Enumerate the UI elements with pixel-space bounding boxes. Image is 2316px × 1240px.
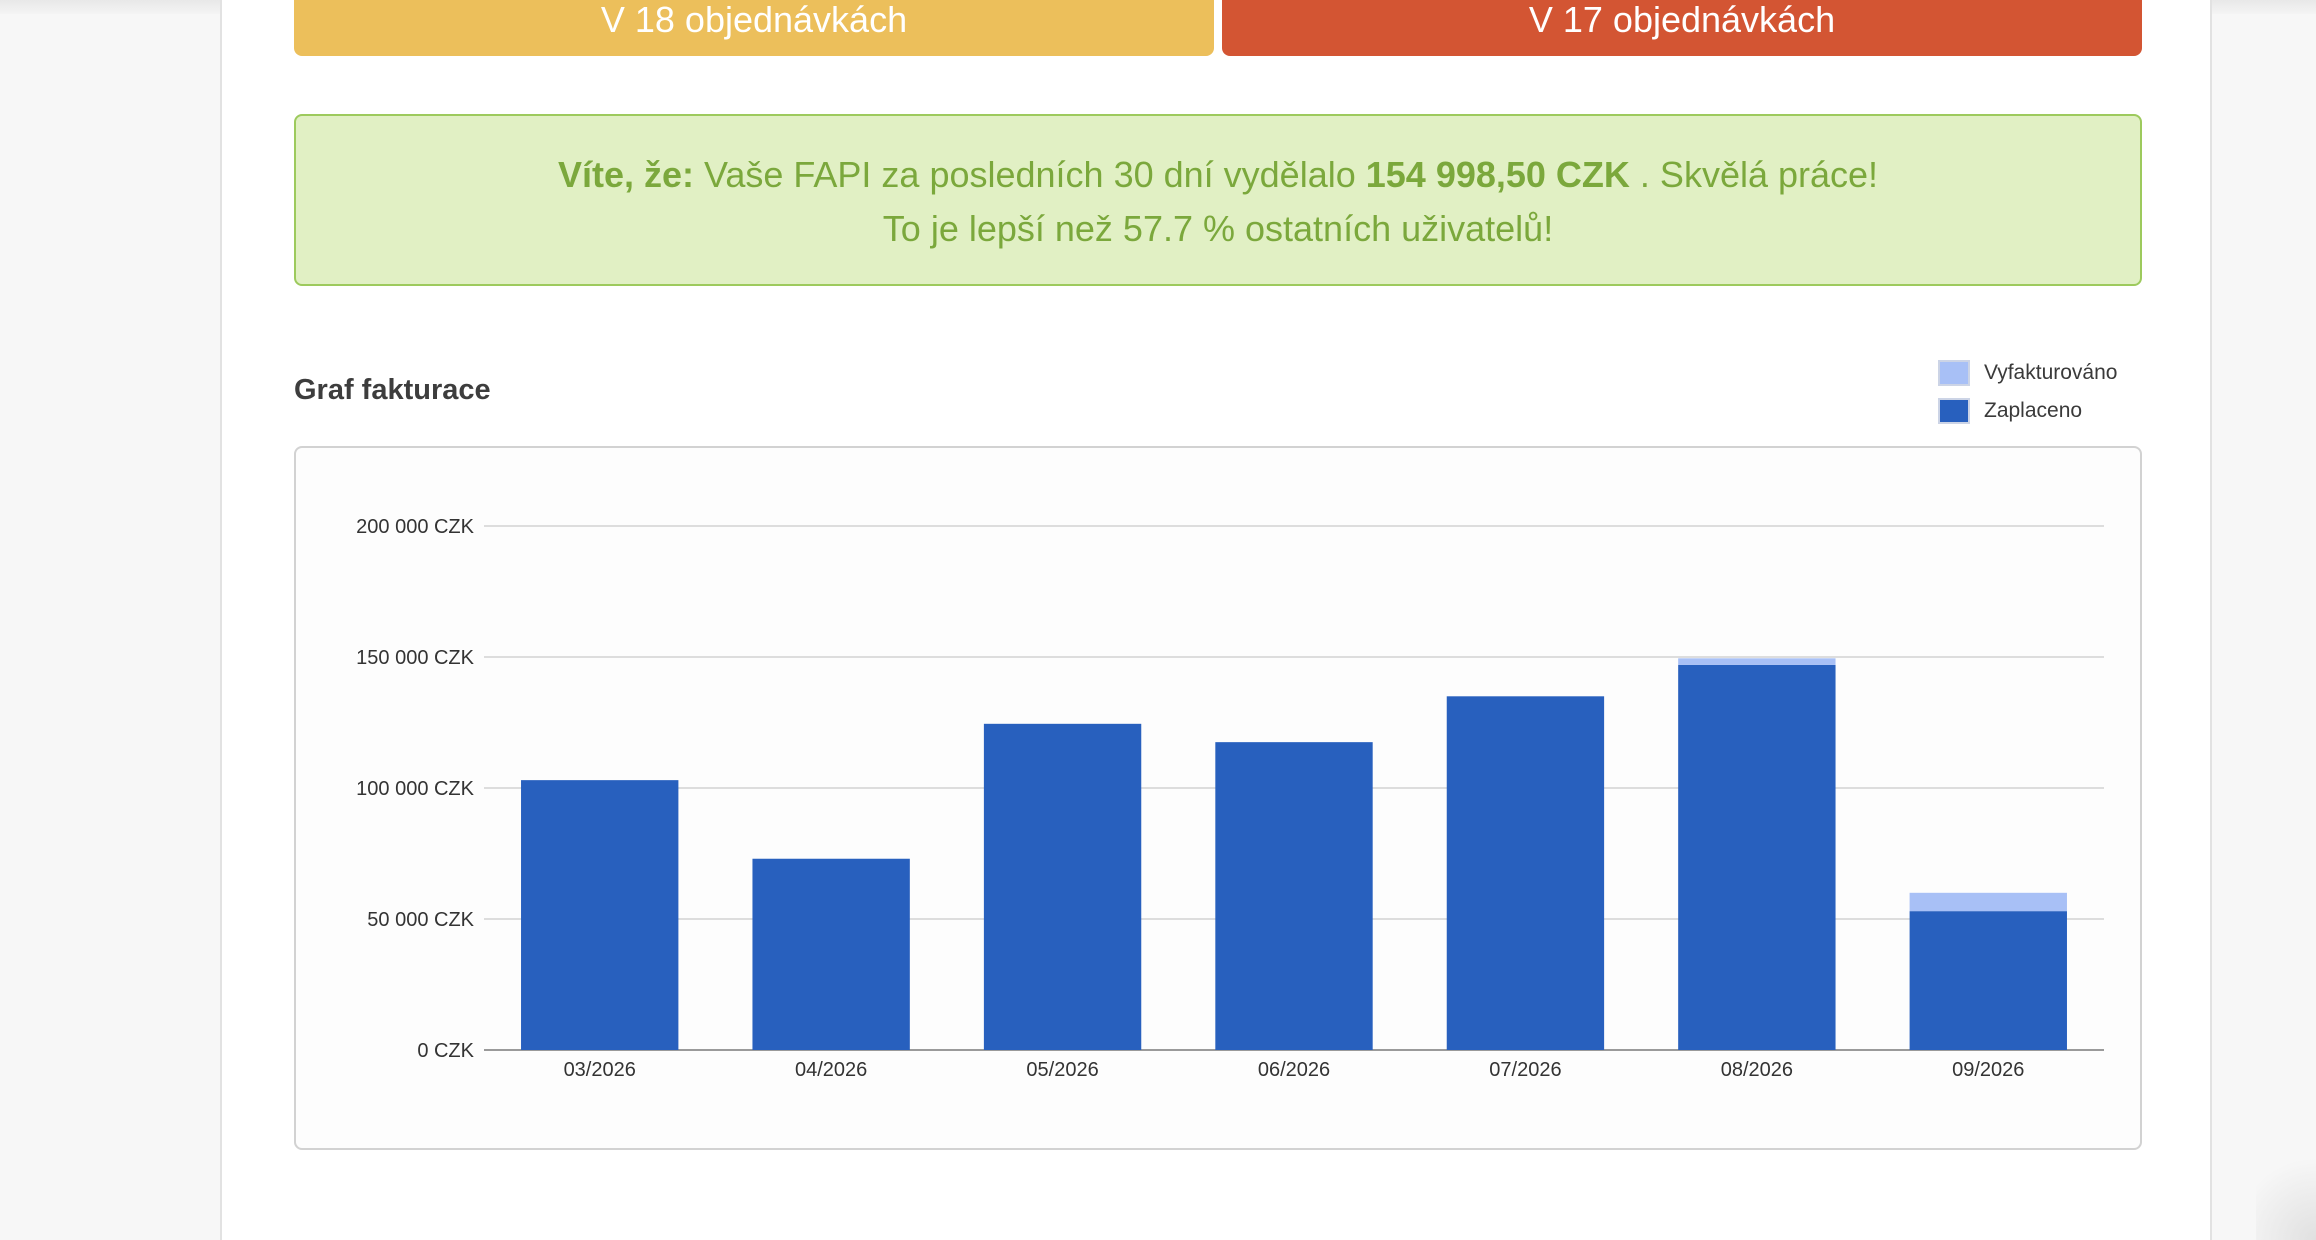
orders-stat-yellow[interactable]: V 18 objednávkách (294, 0, 1214, 56)
legend-label-paid: Zaplaceno (1984, 399, 2083, 422)
y-tick-label: 100 000 CZK (356, 778, 475, 800)
legend-item-invoiced[interactable]: Vyfakturováno (1936, 356, 2118, 394)
orders-stat-red-label: V 17 objednávkách (1528, 0, 1836, 40)
info-amount: 154 998,50 CZK (1365, 154, 1630, 195)
x-tick-label: 04/2026 (795, 1059, 867, 1081)
bar-invoiced (1909, 892, 2067, 912)
bar-invoiced (1678, 658, 1836, 665)
legend-label-invoiced: Vyfakturováno (1984, 361, 2118, 384)
bar-paid (1678, 664, 1836, 1050)
bar-paid (983, 723, 1142, 1050)
billing-bar-chart: 0 CZK 50 000 CZK 100 000 CZK 150 000 CZK 200… (356, 516, 2104, 1081)
y-tick-label: 0 CZK (417, 1040, 474, 1062)
orders-stat-red[interactable]: V 17 objednávkách (1222, 0, 2142, 56)
legend-swatch-invoiced (1938, 360, 1970, 386)
x-tick-label: 08/2026 (1721, 1059, 1793, 1081)
legend-item-paid[interactable]: Zaplaceno (1936, 394, 2116, 432)
earnings-info-line2: To je lepší než 57.7 % ostatních uživate… (882, 208, 1554, 249)
chart-frame: 0 CZK 50 000 CZK 100 000 CZK 150 000 CZK 200… (294, 446, 2142, 1150)
chart-title: Graf fakturace (294, 374, 491, 406)
orders-stat-yellow-label: V 18 objednávkách (600, 0, 908, 40)
chart-legend: Vyfakturováno Zaplaceno (1936, 356, 2118, 432)
x-tick-label: 03/2026 (564, 1059, 636, 1081)
earnings-info-line1: Víte, že: Vaše FAPI za posledních 30 dní… (296, 154, 2140, 196)
bar-paid (1446, 696, 1605, 1050)
x-tick-label: 07/2026 (1489, 1059, 1561, 1081)
info-text-after: . Skvělá práce! (1629, 154, 1879, 195)
bar-paid (752, 858, 910, 1050)
info-lead: Víte, že: (557, 154, 694, 195)
bar-paid (1215, 742, 1373, 1050)
dashboard-card: V 18 objednávkách V 17 objednávkách Víte… (220, 0, 2212, 1240)
x-tick-label: 09/2026 (1952, 1059, 2024, 1081)
y-tick-label: 50 000 CZK (367, 909, 474, 931)
bar-paid (1909, 911, 2067, 1050)
y-tick-label: 200 000 CZK (356, 516, 475, 538)
corner-shadow (2256, 1140, 2316, 1240)
info-text-before: Vaše FAPI za posledních 30 dní vydělalo (694, 154, 1366, 195)
legend-swatch-paid (1938, 398, 1970, 424)
x-tick-label: 06/2026 (1258, 1059, 1330, 1081)
x-tick-label: 05/2026 (1026, 1059, 1098, 1081)
y-tick-label: 150 000 CZK (356, 647, 475, 669)
bar-paid (521, 780, 679, 1050)
earnings-info-box: Víte, že: Vaše FAPI za posledních 30 dní… (294, 114, 2142, 286)
